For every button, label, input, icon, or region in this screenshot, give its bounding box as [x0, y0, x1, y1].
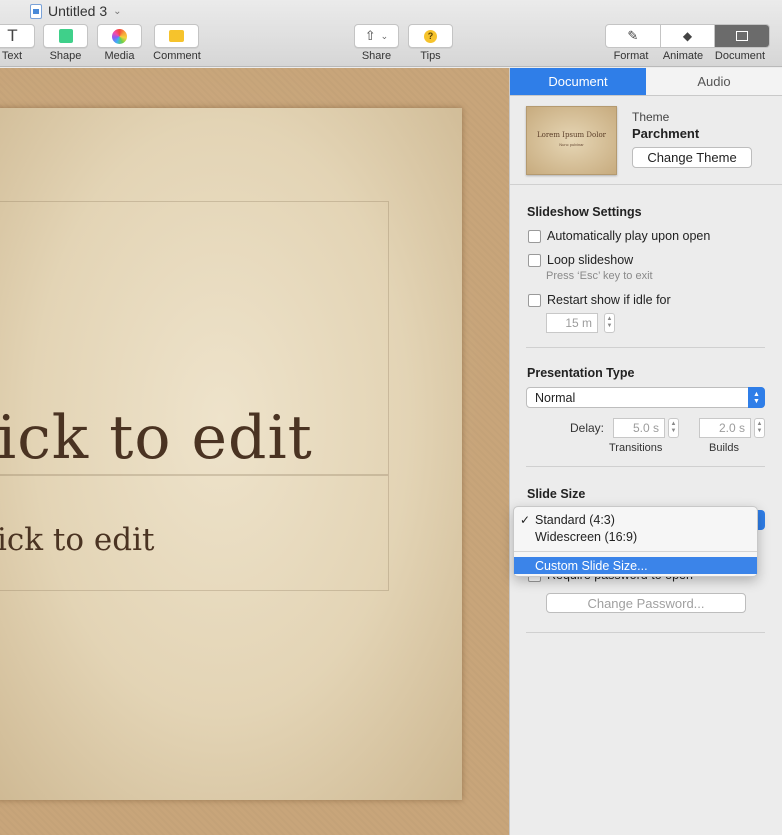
format-button[interactable]: ✎	[606, 25, 661, 47]
comment-icon	[169, 30, 184, 42]
window-title[interactable]: Untitled 3 ⌄	[30, 3, 122, 19]
theme-section: Lorem Ipsum Dolor Nunc pulvinar Theme Pa…	[526, 106, 776, 182]
idle-time-stepper[interactable]: ▲ ▼	[604, 313, 615, 333]
builds-caption: Builds	[709, 442, 739, 454]
checkmark-icon: ✓	[520, 512, 531, 527]
slide-size-menu: ✓ Standard (4:3) Widescreen (16:9) Custo…	[513, 506, 758, 577]
presentation-type-select[interactable]: Normal ▲ ▼	[526, 387, 765, 408]
divider	[526, 632, 765, 633]
document-label: Document	[714, 50, 766, 62]
theme-thumbnail-title: Lorem Ipsum Dolor	[536, 131, 607, 139]
slide-size-heading: Slide Size	[527, 487, 586, 501]
select-arrows-icon: ▲ ▼	[748, 387, 765, 408]
slide-subtitle-text[interactable]: ick to edit	[0, 522, 154, 558]
tips-label: Tips	[420, 50, 441, 62]
restart-option[interactable]: Restart show if idle for	[528, 293, 671, 307]
text-button[interactable]: T	[0, 24, 35, 48]
chevron-down-icon[interactable]: ⌄	[113, 6, 121, 17]
transitions-caption: Transitions	[609, 442, 663, 454]
tips-icon: ?	[424, 29, 437, 43]
auto-play-option[interactable]: Automatically play upon open	[528, 229, 710, 243]
menu-item-custom-slide-size[interactable]: Custom Slide Size...	[514, 557, 757, 574]
restart-label: Restart show if idle for	[547, 293, 671, 307]
comment-label: Comment	[153, 50, 201, 62]
restart-checkbox[interactable]	[528, 293, 541, 307]
transitions-delay-stepper[interactable]: ▲ ▼	[668, 418, 679, 438]
text-tool-icon: T	[7, 26, 18, 45]
transitions-delay-field[interactable]: 5.0 s	[613, 418, 665, 438]
theme-name: Parchment	[632, 126, 700, 141]
inspector-tabs: Document Audio	[510, 68, 782, 96]
loop-note: Press ‘Esc’ key to exit	[546, 270, 653, 282]
theme-label: Theme	[632, 110, 670, 124]
presentation-type-heading: Presentation Type	[527, 366, 635, 380]
document-inspector: Document Audio Lorem Ipsum Dolor Nunc pu…	[509, 68, 782, 835]
loop-option[interactable]: Loop slideshow	[528, 253, 633, 267]
auto-play-label: Automatically play upon open	[547, 229, 711, 243]
media-button[interactable]	[97, 24, 142, 48]
menu-item-widescreen-label: Widescreen (16:9)	[535, 529, 638, 544]
change-password-button[interactable]: Change Password...	[546, 593, 746, 613]
animate-label: Animate	[662, 50, 704, 62]
divider	[526, 466, 765, 467]
chevron-down-icon: ⌄	[380, 30, 389, 41]
loop-checkbox[interactable]	[528, 253, 541, 267]
theme-thumbnail: Lorem Ipsum Dolor Nunc pulvinar	[526, 106, 617, 175]
format-label: Format	[613, 50, 649, 62]
presentation-type-value: Normal	[535, 390, 576, 405]
theme-thumbnail-subtitle: Nunc pulvinar	[559, 142, 584, 147]
menu-item-standard-label: Standard (4:3)	[535, 512, 615, 527]
animate-button[interactable]: ◆	[661, 25, 716, 47]
divider	[526, 347, 765, 348]
share-button[interactable]: ⇧ ⌄	[354, 24, 399, 48]
slide[interactable]: ick to edit ick to edit	[0, 108, 462, 800]
media-label: Media	[104, 50, 135, 62]
tab-document[interactable]: Document	[510, 68, 646, 95]
auto-play-checkbox[interactable]	[528, 229, 541, 243]
toolbar: Untitled 3 ⌄ T Text Shape Media Comment …	[0, 0, 782, 67]
window-title-text: Untitled 3	[48, 3, 108, 19]
menu-item-widescreen[interactable]: Widescreen (16:9)	[514, 528, 757, 545]
document-icon	[736, 31, 749, 41]
menu-separator	[514, 551, 757, 552]
tab-audio[interactable]: Audio	[646, 68, 782, 95]
animate-diamond-icon: ◆	[682, 29, 693, 43]
document-button[interactable]	[715, 25, 769, 47]
inspector-segmented-control: ✎ ◆	[605, 24, 770, 48]
keynote-document-icon	[30, 3, 42, 19]
share-label: Share	[361, 50, 392, 62]
slide-title-text[interactable]: ick to edit	[0, 403, 313, 473]
slideshow-settings-heading: Slideshow Settings	[527, 205, 642, 219]
paintbrush-icon: ✎	[627, 28, 639, 43]
delay-label: Delay:	[570, 421, 605, 435]
photos-icon	[112, 28, 127, 44]
divider	[510, 184, 782, 185]
text-label: Text	[1, 50, 23, 62]
change-theme-button[interactable]: Change Theme	[632, 147, 752, 168]
shape-icon	[58, 29, 73, 43]
comment-button[interactable]	[154, 24, 199, 48]
shape-label: Shape	[49, 50, 82, 62]
shape-button[interactable]	[43, 24, 88, 48]
idle-time-field[interactable]: 15 m	[546, 313, 598, 333]
builds-delay-field[interactable]: 2.0 s	[699, 418, 751, 438]
tips-button[interactable]: ?	[408, 24, 453, 48]
builds-delay-stepper[interactable]: ▲ ▼	[754, 418, 765, 438]
loop-label: Loop slideshow	[547, 253, 634, 267]
menu-item-custom-label: Custom Slide Size...	[535, 558, 648, 573]
slide-canvas: ick to edit ick to edit	[0, 68, 509, 835]
slide-size-select-arrow[interactable]	[757, 510, 765, 530]
share-icon: ⇧	[364, 28, 376, 43]
menu-item-standard[interactable]: ✓ Standard (4:3)	[514, 511, 757, 528]
